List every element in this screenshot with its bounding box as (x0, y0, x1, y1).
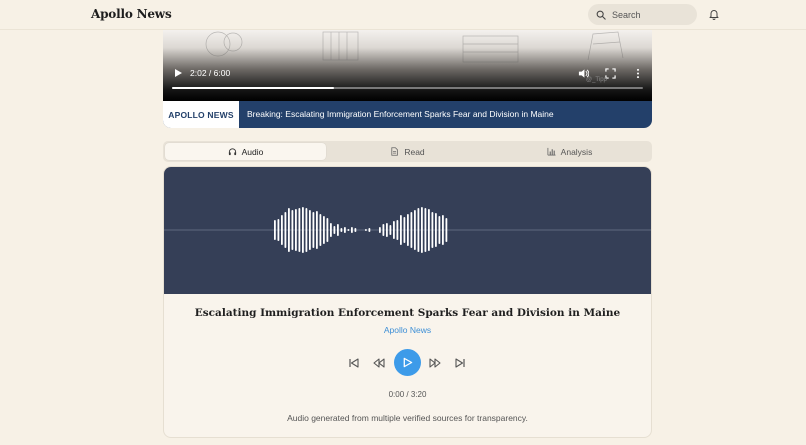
rewind-icon[interactable] (373, 357, 385, 369)
video-progress-bar[interactable] (172, 87, 643, 89)
search-box[interactable]: Search (588, 4, 697, 25)
search-input[interactable]: Search (612, 10, 641, 20)
video-play-icon[interactable] (173, 68, 183, 78)
skip-back-icon[interactable] (348, 357, 360, 369)
bar-chart-icon (547, 147, 556, 156)
bell-icon[interactable] (708, 8, 720, 20)
video-frame-illustration (205, 31, 624, 63)
tab-read[interactable]: Read (327, 143, 488, 160)
headphones-icon (228, 148, 236, 156)
video-watermark: @_Tipp (586, 77, 607, 83)
news-ticker: APOLLO NEWS Breaking: Escalating Immigra… (163, 101, 652, 128)
more-options-icon[interactable] (634, 68, 642, 79)
tab-analysis[interactable]: Analysis (489, 143, 650, 160)
ticker-headline[interactable]: Breaking: Escalating Immigration Enforce… (247, 109, 554, 119)
top-bar: Apollo News Search (0, 0, 806, 30)
video-player[interactable] (163, 30, 652, 101)
audio-note: Audio generated from multiple verified s… (287, 413, 528, 423)
tab-audio-label: Audio (241, 146, 264, 157)
brand-logo[interactable]: Apollo News (91, 7, 172, 21)
waveform-panel (164, 167, 651, 294)
fast-forward-icon[interactable] (429, 357, 441, 369)
skip-forward-icon[interactable] (454, 357, 466, 369)
audio-source-link[interactable]: Apollo News (163, 325, 652, 335)
audio-time: 0:00 / 3:20 (388, 390, 427, 399)
video-progress-fill (172, 87, 334, 89)
video-time: 2:02 / 6:00 (190, 68, 231, 78)
tab-analysis-label: Analysis (560, 146, 593, 157)
document-icon (391, 147, 399, 156)
tab-audio[interactable]: Audio (165, 143, 326, 160)
content-tabs: Audio Read Analysis (163, 141, 652, 162)
ticker-tag: APOLLO NEWS (163, 101, 239, 128)
audio-title: Escalating Immigration Enforcement Spark… (194, 307, 621, 319)
play-icon (403, 357, 413, 368)
waveform-icon (164, 207, 651, 253)
tab-read-label: Read (404, 146, 425, 157)
search-icon (596, 10, 606, 20)
audio-play-button[interactable] (394, 349, 421, 376)
